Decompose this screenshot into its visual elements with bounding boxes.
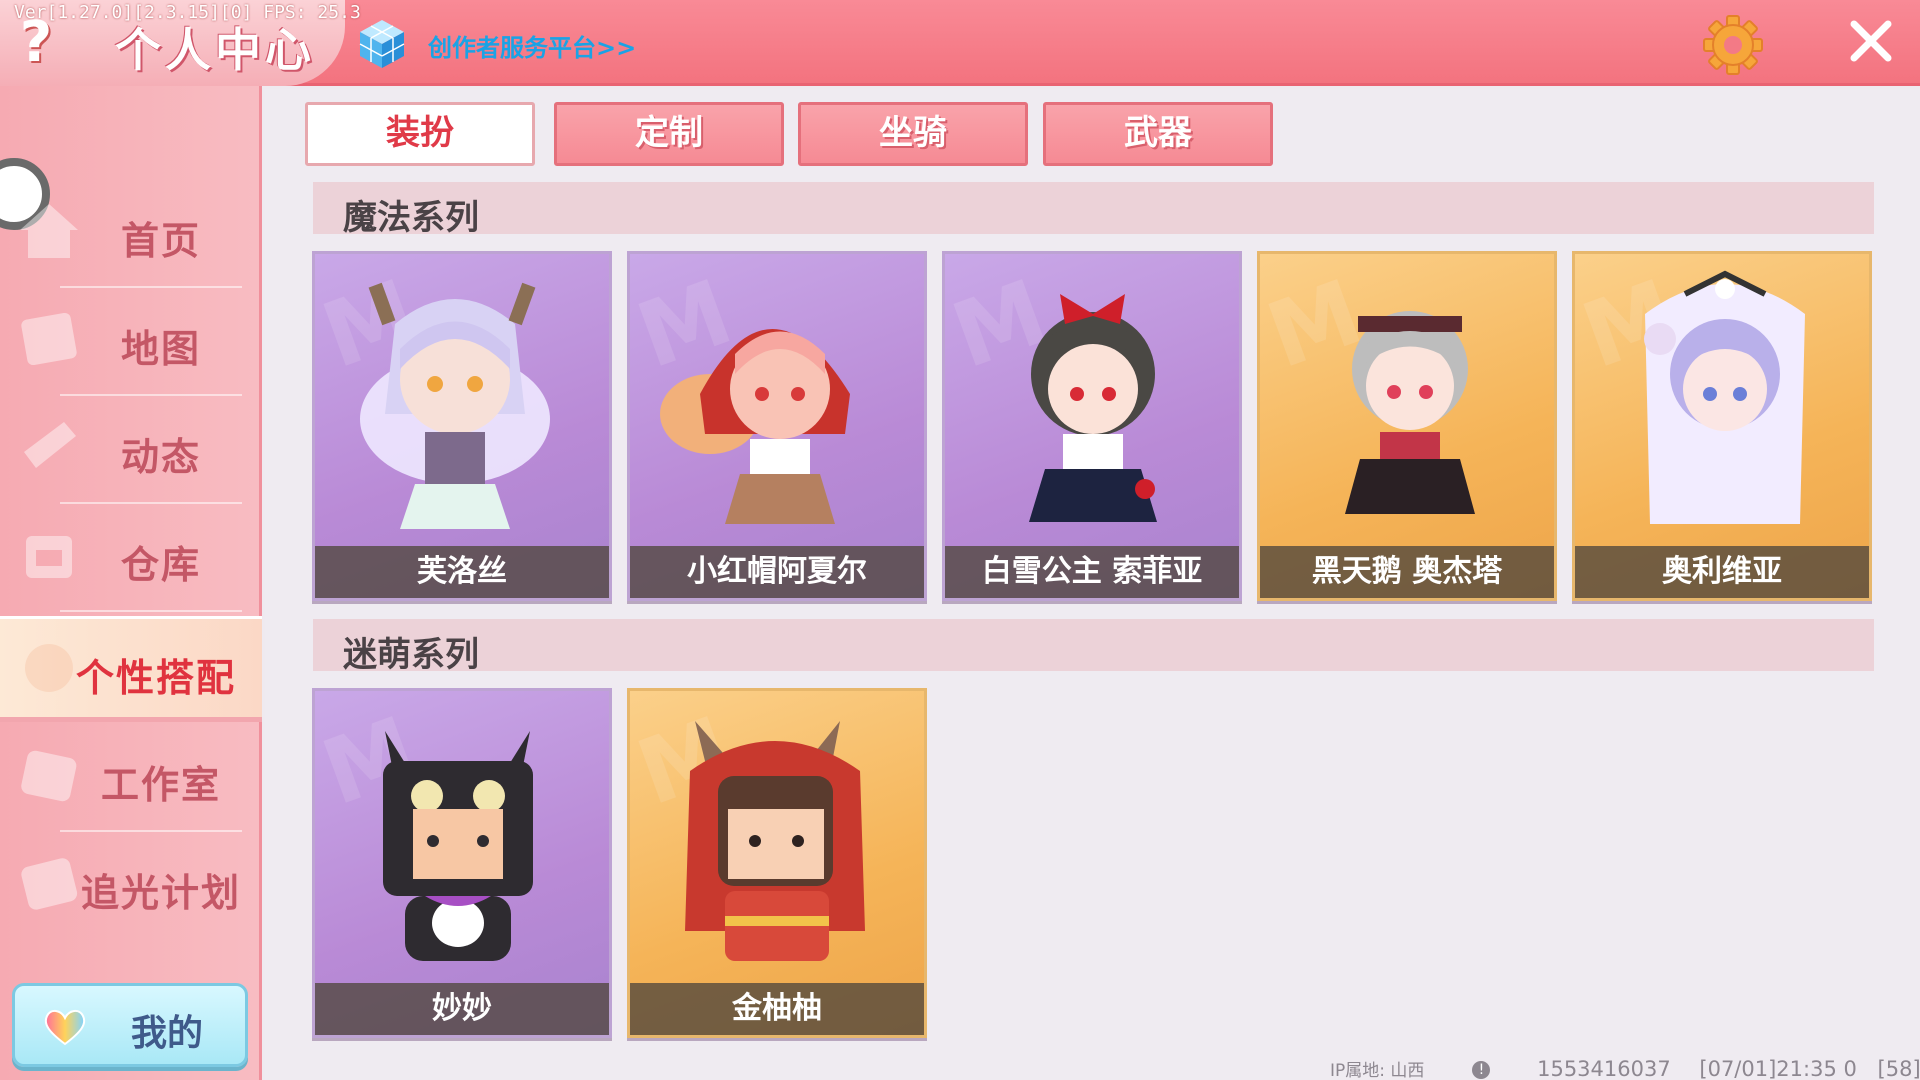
sidebar-item-label: 仓库 [120,543,201,587]
outfit-card[interactable]: M 小红帽阿夏尔 [627,251,927,601]
sidebar-item-light-plan[interactable]: 追光计划 [0,834,262,940]
sidebar-item-label: 工作室 [100,763,221,807]
card-name-bar: 金柚柚 [630,983,924,1035]
section-title: 迷萌系列 [343,635,479,675]
character-figure [660,329,850,524]
card-name: 妙妙 [432,991,492,1026]
tab-label: 定制 [635,113,703,153]
sidebar-item-label: 地图 [120,327,201,371]
build-info: [58]1.27.0 [1877,1057,1920,1080]
status-footer: IP属地: 山西! 1553416037 [07/01]21:35 0 [58]… [1330,1056,1920,1080]
sidebar-item-label: 个性搭配 [75,656,236,700]
character-figure [383,731,533,961]
card-name-bar: 妙妙 [315,983,609,1035]
sidebar-item-map[interactable]: 地图 [0,290,262,396]
card-name: 奥利维亚 [1662,554,1782,589]
card-name: 黑天鹅 奥杰塔 [1311,554,1503,589]
tab-dressup[interactable]: 装扮 [305,102,535,166]
character-figure [360,282,550,529]
divider [60,610,242,612]
section-title: 魔法系列 [343,198,479,238]
outfit-card[interactable]: M 黑天鹅 奥杰塔 [1257,251,1557,601]
card-name-bar: 奥利维亚 [1575,546,1869,598]
main-content: 装扮 定制 坐骑 武器 魔法系列 M 芙洛丝 M 小红帽阿夏尔 M 白雪公主 索… [265,89,1920,1080]
character-figure [1644,270,1805,524]
cube-icon[interactable] [358,18,406,70]
character-figure [685,721,865,961]
top-bar: ? Ver[1.27.0][2.3.15][0] FPS: 25.3 个人中心 … [0,0,1920,86]
tab-custom[interactable]: 定制 [554,102,784,166]
outfit-card[interactable]: M 奥利维亚 [1572,251,1872,601]
card-name: 金柚柚 [732,991,822,1026]
divider [60,502,242,504]
user-id: 1553416037 [1537,1057,1671,1080]
card-name: 芙洛丝 [417,554,507,589]
sidebar-item-label: 动态 [120,435,201,479]
character-figure [1345,311,1475,514]
tab-label: 武器 [1124,113,1192,153]
ip-location: IP属地: 山西 [1330,1061,1425,1080]
tab-mount[interactable]: 坐骑 [798,102,1028,166]
my-button[interactable]: 我的 [12,983,248,1067]
sidebar-item-studio[interactable]: 工作室 [0,726,262,832]
outfit-card[interactable]: M 妙妙 [312,688,612,1038]
gear-icon[interactable] [1702,14,1764,76]
page-title: 个人中心 [115,23,315,77]
close-icon[interactable] [1848,18,1894,64]
outfit-card[interactable]: M 白雪公主 索菲亚 [942,251,1242,601]
time-info: [07/01]21:35 0 [1699,1057,1857,1080]
card-name-bar: 黑天鹅 奥杰塔 [1260,546,1554,598]
tab-weapon[interactable]: 武器 [1043,102,1273,166]
character-figure [1029,294,1157,522]
section-header: 魔法系列 [313,182,1874,238]
tab-label: 装扮 [386,113,454,153]
sidebar-item-label: 追光计划 [80,871,241,915]
outfit-card[interactable]: M 金柚柚 [627,688,927,1038]
divider [60,830,242,832]
heart-icon [44,1010,86,1046]
sidebar-item-feed[interactable]: 动态 [0,398,262,504]
card-name: 小红帽阿夏尔 [687,554,867,589]
my-button-label: 我的 [131,1013,204,1054]
sidebar-item-warehouse[interactable]: 仓库 [0,506,262,612]
card-name-bar: 白雪公主 索菲亚 [945,546,1239,598]
divider [60,394,242,396]
sidebar: 首页 地图 动态 仓库 个性搭配 工作室 追光计划 我的 [0,86,262,1080]
card-name: 白雪公主 索菲亚 [981,554,1203,589]
divider [60,286,242,288]
info-icon[interactable]: ! [1472,1061,1491,1079]
tab-label: 坐骑 [879,113,947,153]
card-name-bar: 芙洛丝 [315,546,609,598]
outfit-card[interactable]: M 芙洛丝 [312,251,612,601]
creator-platform-link[interactable]: 创作者服务平台>> [428,28,636,63]
card-name-bar: 小红帽阿夏尔 [630,546,924,598]
sidebar-item-home[interactable]: 首页 [0,182,262,288]
section-header: 迷萌系列 [313,619,1874,675]
sidebar-item-outfit[interactable]: 个性搭配 [0,616,262,722]
sidebar-item-label: 首页 [120,219,201,263]
